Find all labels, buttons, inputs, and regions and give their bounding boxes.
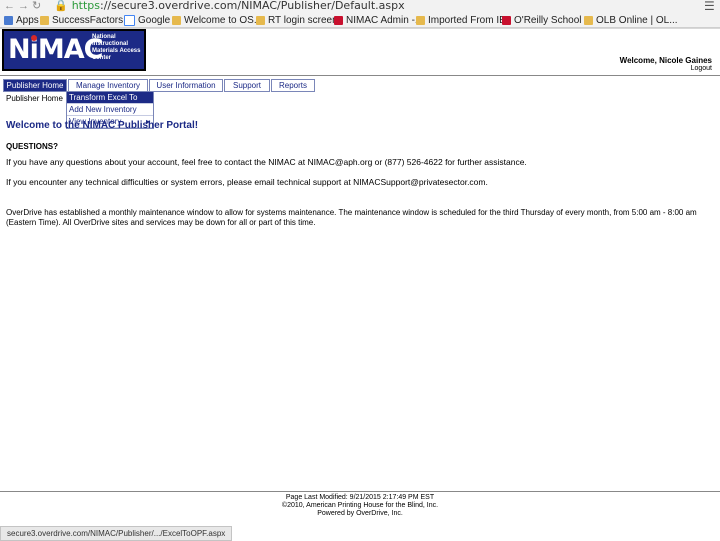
folder-icon: [40, 16, 49, 25]
bookmark-apps[interactable]: Apps: [4, 14, 39, 27]
nav-user-information[interactable]: User Information: [149, 79, 223, 92]
browser-chrome: ← → ↻ 🔒 https://secure3.overdrive.com/NIM…: [0, 0, 720, 29]
nav-publisher-home[interactable]: Publisher Home: [3, 79, 67, 92]
folder-icon: [416, 16, 425, 25]
chrome-divider: [0, 27, 720, 28]
welcome-message: Welcome, Nicole Gaines: [619, 56, 712, 65]
page-title: Welcome to the NIMAC Publisher Portal!: [6, 120, 199, 131]
nav-reports[interactable]: Reports: [271, 79, 315, 92]
bookmark-rt-login[interactable]: RT login screen: [256, 14, 338, 27]
address-bar[interactable]: 🔒 https://secure3.overdrive.com/NIMAC/Pub…: [54, 0, 405, 12]
folder-icon: [172, 16, 181, 25]
nimac-icon: [334, 16, 343, 25]
bookmark-imported-ie[interactable]: Imported From IE: [416, 14, 506, 27]
apps-icon: [4, 16, 13, 25]
header-rule: [0, 75, 720, 76]
main-nav: Publisher Home Manage Inventory User Inf…: [3, 79, 316, 92]
bookmark-nimac-admin[interactable]: NIMAC Admin -...: [334, 14, 423, 27]
bookmark-olb-online[interactable]: OLB Online | OL...: [584, 14, 678, 27]
footer-copyright: ©2010, American Printing House for the B…: [281, 502, 439, 509]
logout-link[interactable]: Logout: [691, 65, 712, 72]
sub-nav-label: Publisher Home: [6, 94, 63, 103]
footer: Page Last Modified: 9/21/2015 2:17:49 PM…: [0, 494, 720, 518]
footer-rule: [0, 491, 720, 492]
logo-text: NiMAC: [8, 34, 103, 65]
lock-icon: 🔒: [54, 0, 68, 12]
questions-heading: QUESTIONS?: [6, 142, 59, 151]
footer-modified: Page Last Modified: 9/21/2015 2:17:49 PM…: [285, 494, 435, 501]
logo-subtitle: National Instructional Materials Access …: [92, 34, 141, 61]
bookmark-oreilly[interactable]: O'Reilly School ...: [502, 14, 593, 27]
nav-support[interactable]: Support: [224, 79, 270, 92]
menu-transform-excel[interactable]: Transform Excel To OPF: [67, 92, 153, 113]
support-paragraph: If you encounter any technical difficult…: [6, 177, 488, 187]
menu-add-inventory[interactable]: Add New Inventory: [67, 104, 153, 116]
bookmarks-bar: Apps SuccessFactors ... Google Welcome t…: [0, 14, 720, 27]
nimac-logo[interactable]: NiMAC National Instructional Materials A…: [2, 29, 146, 71]
forward-icon[interactable]: →: [18, 0, 29, 12]
reload-icon[interactable]: ↻: [32, 0, 41, 12]
maintenance-paragraph: OverDrive has established a monthly main…: [6, 208, 697, 227]
browser-menu-icon[interactable]: ☰: [704, 0, 715, 12]
bookmark-welcome-os[interactable]: Welcome to OS...: [172, 14, 262, 27]
oreilly-icon: [502, 16, 511, 25]
folder-icon: [584, 16, 593, 25]
bookmark-google[interactable]: Google: [124, 14, 170, 27]
folder-icon: [256, 16, 265, 25]
bookmark-successfactors[interactable]: SuccessFactors ...: [40, 14, 134, 27]
logo-dot: [31, 35, 37, 41]
google-icon: [124, 15, 135, 26]
status-bar: secure3.overdrive.com/NIMAC/Publisher/..…: [0, 526, 233, 541]
contact-paragraph: If you have any questions about your acc…: [6, 157, 527, 167]
back-icon[interactable]: ←: [4, 0, 15, 12]
footer-powered: Powered by OverDrive, Inc.: [317, 510, 403, 517]
